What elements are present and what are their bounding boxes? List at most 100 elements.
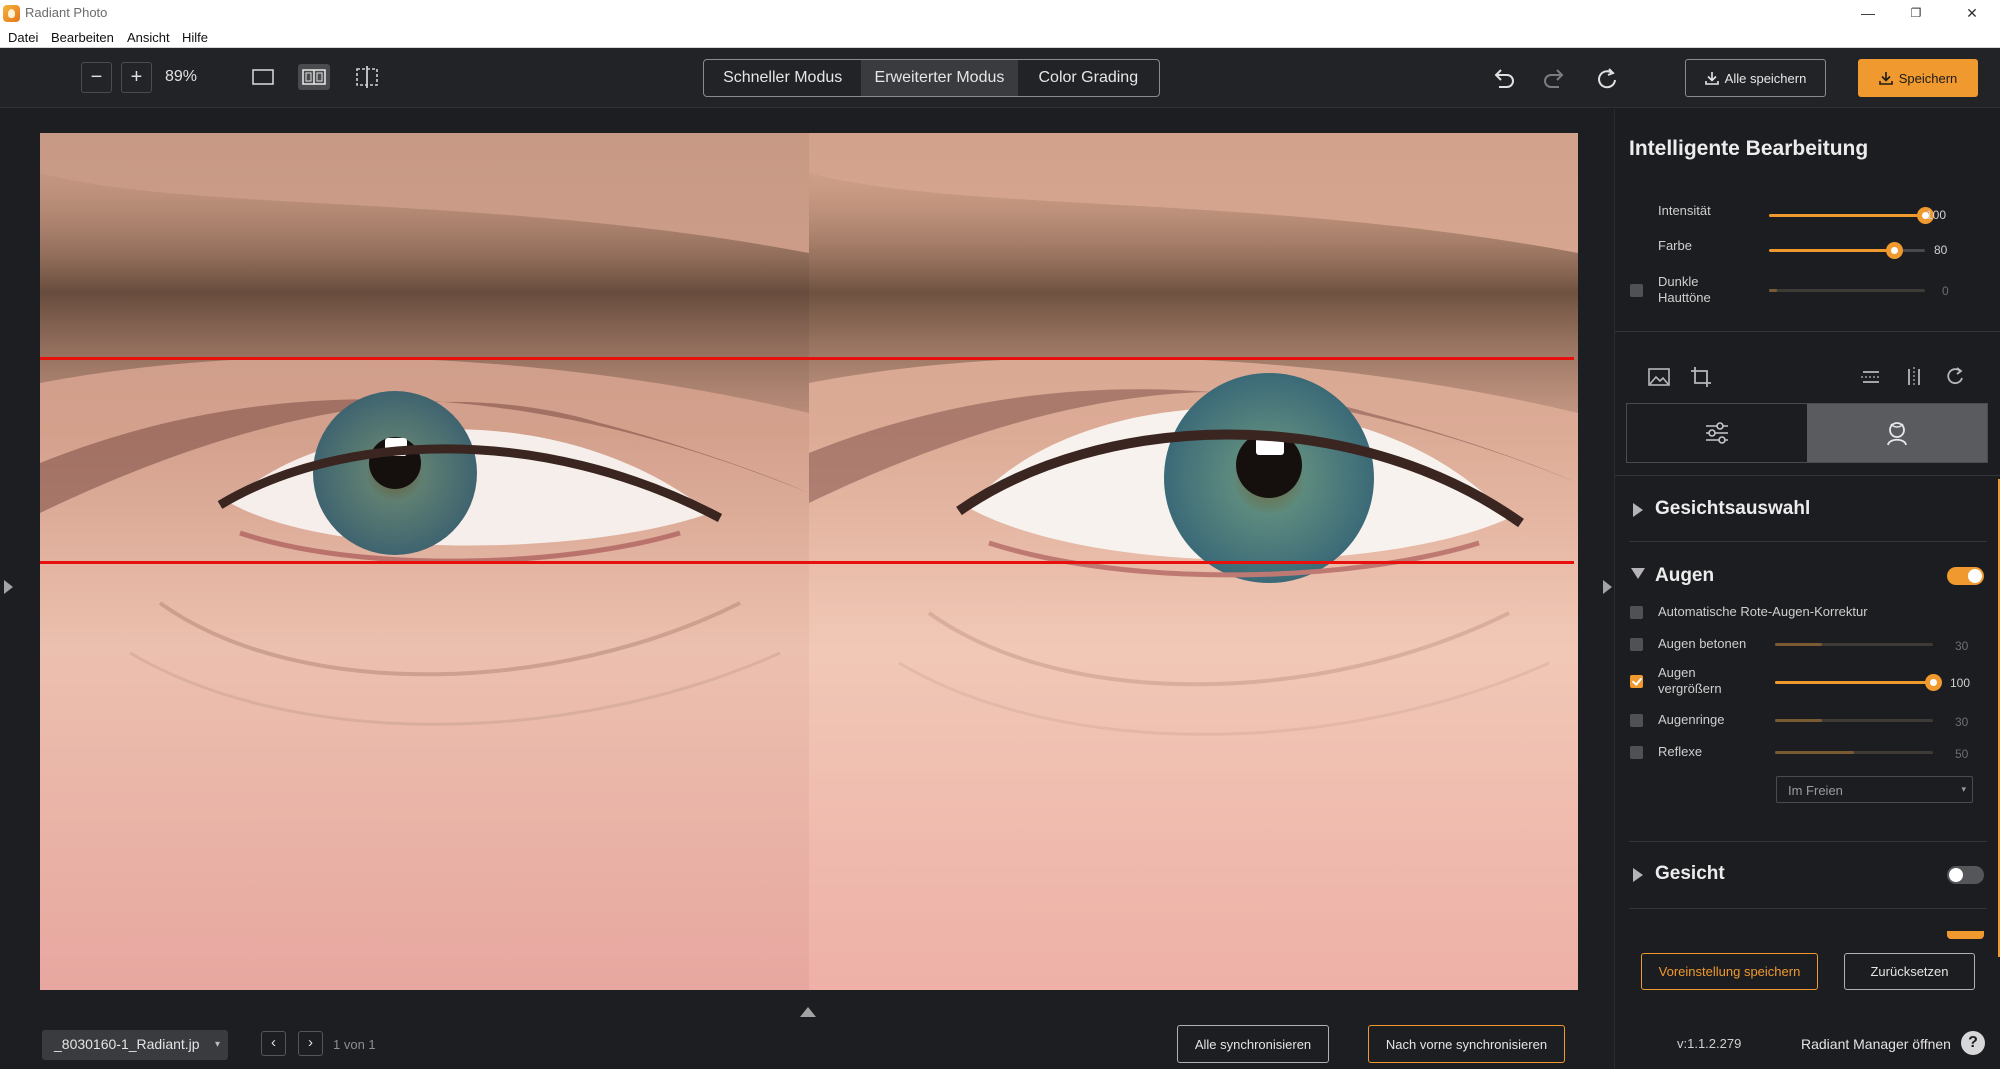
single-view-icon[interactable] xyxy=(247,64,279,90)
enhance-eyes-checkbox[interactable] xyxy=(1630,638,1643,651)
menu-help[interactable]: Hilfe xyxy=(182,30,208,45)
color-value: 80 xyxy=(1934,243,1948,257)
redo-icon[interactable] xyxy=(1540,64,1570,94)
left-panel-toggle-icon[interactable] xyxy=(4,580,13,594)
section-face[interactable]: Gesicht xyxy=(1655,863,1725,885)
close-window-button[interactable]: ✕ xyxy=(1944,0,2000,26)
image-counter: 1 von 1 xyxy=(333,1037,376,1052)
guide-line-top xyxy=(40,357,1574,360)
filmstrip-toggle-icon[interactable] xyxy=(800,1007,816,1017)
right-panel-toggle-icon[interactable] xyxy=(1603,580,1612,594)
image-canvas xyxy=(0,109,1614,1069)
section-eyes[interactable]: Augen xyxy=(1655,565,1714,587)
zoom-level: 89% xyxy=(165,68,198,85)
divider xyxy=(1615,331,2000,332)
menu-view[interactable]: Ansicht xyxy=(127,30,170,45)
intensity-value: 100 xyxy=(1926,208,1947,222)
guide-line-bottom xyxy=(40,561,1574,564)
tab-portrait[interactable] xyxy=(1807,404,1987,462)
rotate-icon[interactable] xyxy=(1942,364,1968,390)
red-eye-checkbox[interactable] xyxy=(1630,606,1643,619)
tab-color-grading[interactable]: Color Grading xyxy=(1018,60,1159,96)
tab-quick-mode[interactable]: Schneller Modus xyxy=(704,60,861,96)
dark-skin-slider[interactable] xyxy=(1769,289,1925,292)
dark-circles-label: Augenringe xyxy=(1658,712,1725,727)
face-icon xyxy=(1887,422,1907,446)
divider xyxy=(1615,475,2000,476)
partial-section-toggle[interactable] xyxy=(1947,931,1984,939)
sliders-icon xyxy=(1706,422,1728,444)
save-all-button[interactable]: Alle speichern xyxy=(1685,59,1826,97)
save-all-label: Alle speichern xyxy=(1724,70,1807,86)
zoom-out-button[interactable]: − xyxy=(81,62,112,93)
reset-rotate-icon[interactable] xyxy=(1592,64,1622,94)
app-logo-icon xyxy=(3,5,20,22)
collapse-icon[interactable] xyxy=(1631,568,1645,579)
file-name: _8030160-1_Radiant.jp xyxy=(54,1036,200,1052)
divider xyxy=(1629,541,1987,542)
prev-image-button[interactable]: ‹ xyxy=(261,1031,286,1056)
flip-horizontal-icon[interactable] xyxy=(1901,364,1927,390)
save-preset-button[interactable]: Voreinstellung speichern xyxy=(1641,953,1818,990)
enhance-eyes-slider[interactable] xyxy=(1775,643,1933,646)
tab-adjustments[interactable] xyxy=(1627,404,1807,462)
compare-slider-icon[interactable] xyxy=(351,64,383,90)
reset-button[interactable]: Zurücksetzen xyxy=(1844,953,1975,990)
eyes-toggle[interactable] xyxy=(1947,567,1984,585)
dark-circles-checkbox[interactable] xyxy=(1630,714,1643,727)
color-label: Farbe xyxy=(1658,238,1692,253)
mode-switch: Schneller Modus Erweiterter Modus Color … xyxy=(703,59,1160,97)
red-eye-label: Automatische Rote-Augen-Korrektur xyxy=(1658,604,1868,619)
divider xyxy=(1629,908,1987,909)
divider xyxy=(1629,841,1987,842)
help-icon[interactable]: ? xyxy=(1961,1031,1985,1055)
dark-circles-slider[interactable] xyxy=(1775,719,1933,722)
save-label: Speichern xyxy=(1898,70,1958,86)
split-view-icon[interactable] xyxy=(298,64,330,90)
intensity-slider[interactable] xyxy=(1769,207,1934,224)
open-manager-link[interactable]: Radiant Manager öffnen xyxy=(1801,1036,1951,1052)
image-icon[interactable] xyxy=(1646,364,1672,390)
file-selector[interactable]: _8030160-1_Radiant.jp ▾ xyxy=(42,1030,228,1060)
chevron-down-icon: ▾ xyxy=(1961,784,1966,794)
adjustments-panel: Intelligente Bearbeitung Intensität 100 … xyxy=(1614,109,2000,1069)
maximize-window-button[interactable]: ❐ xyxy=(1888,0,1944,26)
dark-skin-checkbox[interactable] xyxy=(1630,284,1643,297)
expand-icon[interactable] xyxy=(1633,503,1643,517)
reflections-preset-value: Im Freien xyxy=(1788,783,1843,798)
download-icon xyxy=(1704,72,1719,85)
intensity-label: Intensität xyxy=(1658,203,1711,218)
sync-all-button[interactable]: Alle synchronisieren xyxy=(1177,1025,1329,1063)
crop-icon[interactable] xyxy=(1688,364,1714,390)
section-face-selection[interactable]: Gesichtsauswahl xyxy=(1655,498,1810,520)
dark-skin-label: Dunkle Hauttöne xyxy=(1658,274,1711,305)
reflections-label: Reflexe xyxy=(1658,744,1703,759)
panel-title: Intelligente Bearbeitung xyxy=(1629,137,1869,160)
enlarge-eyes-label: Augen vergrößern xyxy=(1658,665,1722,696)
enhance-eyes-value: 30 xyxy=(1955,639,1969,653)
sync-forward-button[interactable]: Nach vorne synchronisieren xyxy=(1368,1025,1565,1063)
reflections-value: 50 xyxy=(1955,747,1969,761)
enlarge-eyes-checkbox[interactable] xyxy=(1630,675,1643,688)
menu-edit[interactable]: Bearbeiten xyxy=(51,30,114,45)
reflections-checkbox[interactable] xyxy=(1630,746,1643,759)
menu-file[interactable]: Datei xyxy=(8,30,38,45)
flip-vertical-icon[interactable] xyxy=(1858,364,1884,390)
reflections-preset-select[interactable]: Im Freien ▾ xyxy=(1776,776,1973,803)
enlarge-eyes-slider[interactable] xyxy=(1775,674,1942,691)
save-button[interactable]: Speichern xyxy=(1858,59,1978,97)
zoom-in-button[interactable]: + xyxy=(121,62,152,93)
window-title: Radiant Photo xyxy=(25,5,108,20)
expand-icon[interactable] xyxy=(1633,868,1643,882)
panel-mode-switch xyxy=(1626,403,1988,463)
reflections-slider[interactable] xyxy=(1775,751,1933,754)
face-toggle[interactable] xyxy=(1947,866,1984,884)
undo-icon[interactable] xyxy=(1488,64,1518,94)
enlarge-eyes-value: 100 xyxy=(1950,676,1971,690)
color-slider[interactable] xyxy=(1769,242,1925,259)
next-image-button[interactable]: › xyxy=(298,1031,323,1056)
download-icon xyxy=(1878,72,1893,85)
title-bar: Radiant Photo — ❐ ✕ xyxy=(0,0,2000,26)
tab-advanced-mode[interactable]: Erweiterter Modus xyxy=(861,60,1018,96)
enhance-eyes-label: Augen betonen xyxy=(1658,636,1747,651)
